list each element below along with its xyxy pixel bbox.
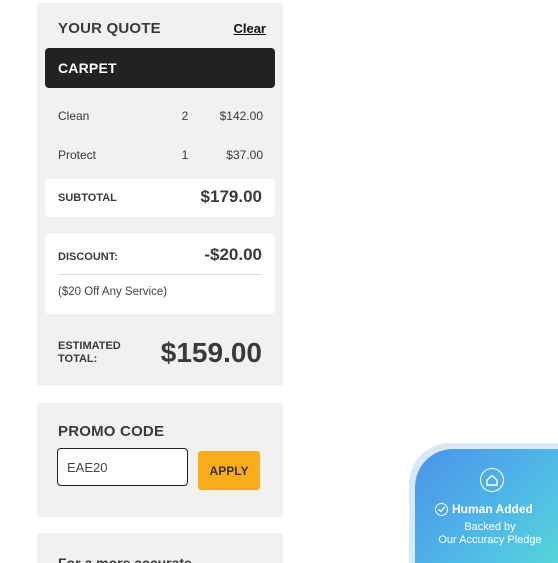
accuracy-info-text: For a more accurate xyxy=(58,555,192,563)
clear-link[interactable]: Clear xyxy=(233,21,266,36)
estimated-total-label: ESTIMATED TOTAL: xyxy=(58,340,121,366)
check-circle-icon xyxy=(435,502,448,516)
item-qty: 2 xyxy=(181,109,189,123)
estimated-label-line2: TOTAL: xyxy=(58,353,98,365)
accuracy-info-panel: For a more accurate xyxy=(37,533,283,563)
house-icon xyxy=(480,468,504,492)
item-name: Protect xyxy=(58,148,97,162)
item-name: Clean xyxy=(58,109,90,123)
line-item: Clean 2 $142.00 xyxy=(58,109,263,127)
subtotal-value: $179.00 xyxy=(200,187,262,206)
promo-title: PROMO CODE xyxy=(58,423,165,440)
item-qty: 1 xyxy=(181,148,189,162)
estimated-label-line1: ESTIMATED xyxy=(58,340,121,352)
quote-panel: YOUR QUOTE Clear CARPET Clean 2 $142.00 … xyxy=(37,3,283,386)
badge-title: Human Added xyxy=(452,502,533,516)
quote-header: YOUR QUOTE Clear xyxy=(58,20,266,37)
subtotal-label: SUBTOTAL xyxy=(58,192,117,204)
discount-note: ($20 Off Any Service) xyxy=(58,286,168,298)
category-header-carpet: CARPET xyxy=(45,48,275,88)
badge-subtitle-2: Our Accuracy Pledge xyxy=(438,534,542,546)
accuracy-pledge-badge[interactable]: Human Added Backed by Our Accuracy Pledg… xyxy=(415,449,558,563)
badge-subtitle: Backed by xyxy=(464,521,516,533)
promo-panel: PROMO CODE APPLY xyxy=(37,403,283,517)
discount-value: -$20.00 xyxy=(204,245,262,264)
item-price: $37.00 xyxy=(226,148,263,162)
category-label: CARPET xyxy=(58,60,117,76)
discount-box: DISCOUNT: -$20.00 ($20 Off Any Service) xyxy=(45,234,275,314)
badge-title-row: Human Added xyxy=(435,502,558,516)
estimated-total-value: $159.00 xyxy=(160,337,262,368)
subtotal-box: SUBTOTAL $179.00 xyxy=(45,179,275,217)
promo-code-input[interactable] xyxy=(57,448,188,486)
line-item: Protect 1 $37.00 xyxy=(58,148,263,166)
quote-title: YOUR QUOTE xyxy=(58,20,161,37)
discount-label: DISCOUNT: xyxy=(58,251,118,263)
item-price: $142.00 xyxy=(219,109,263,123)
divider xyxy=(58,274,262,275)
apply-button[interactable]: APPLY xyxy=(198,451,260,490)
